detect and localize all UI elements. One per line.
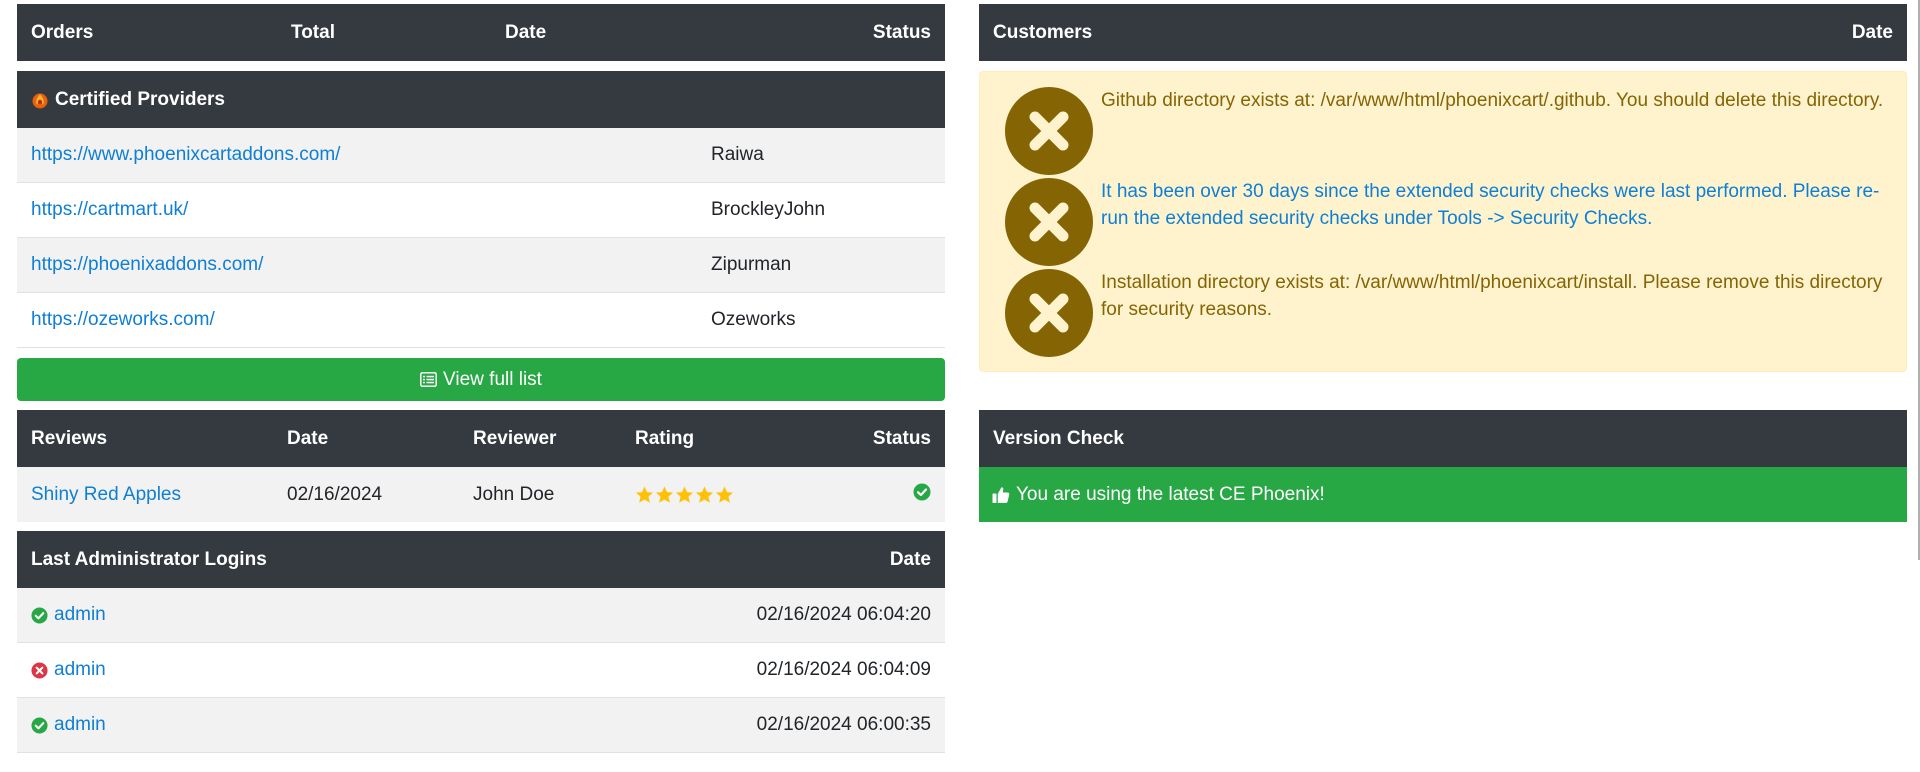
reviews-header: Reviews: [31, 427, 108, 449]
customers-date-header: Date: [1851, 21, 1893, 43]
customers-header: Customers: [993, 21, 1093, 43]
star-icon: [675, 485, 694, 503]
alert-text: Installation directory exists at: /var/w…: [1101, 272, 1883, 320]
provider-url-link[interactable]: https://cartmart.uk/: [31, 199, 188, 221]
x-circle-icon: [1005, 178, 1093, 266]
version-check-header: Version Check: [979, 410, 1907, 467]
version-check-status: You are using the latest CE Phoenix!: [979, 467, 1907, 522]
customers-table-header: Customers Date: [979, 4, 1907, 61]
x-circle-icon: [1005, 269, 1093, 357]
provider-url-link[interactable]: https://www.phoenixcartaddons.com/: [31, 144, 340, 166]
check-circle-icon: [31, 606, 48, 624]
list-icon: [420, 372, 437, 387]
review-product-link[interactable]: Shiny Red Apples: [31, 484, 181, 506]
admin-logins-header: Last Administrator Logins Date: [17, 531, 945, 588]
right-column: Customers Date Github directory exists a…: [979, 4, 1907, 522]
login-user-link[interactable]: admin: [54, 604, 106, 626]
providers-list: https://www.phoenixcartaddons.com/Raiwa h…: [17, 128, 945, 348]
provider-row: https://cartmart.uk/BrockleyJohn: [17, 183, 945, 238]
review-date: 02/16/2024: [287, 483, 383, 505]
orders-header: Orders: [31, 21, 94, 43]
orders-table-header: Orders Total Date Status: [17, 4, 945, 61]
check-circle-icon: [31, 716, 48, 734]
total-header: Total: [291, 21, 335, 43]
reviews-date-header: Date: [287, 427, 329, 449]
reviews-status-header: Status: [872, 427, 931, 449]
provider-row: https://phoenixaddons.com/Zipurman: [17, 238, 945, 293]
star-icon: [655, 485, 674, 503]
provider-row: https://www.phoenixcartaddons.com/Raiwa: [17, 128, 945, 183]
login-date: 02/16/2024 06:04:09: [756, 659, 931, 680]
version-check-message: You are using the latest CE Phoenix!: [1016, 483, 1325, 505]
date-header: Date: [505, 21, 547, 43]
login-user-link[interactable]: admin: [54, 714, 106, 736]
x-circle-icon: [1005, 87, 1093, 175]
view-full-list-label: View full list: [443, 368, 542, 390]
provider-name: Ozeworks: [711, 309, 796, 330]
provider-name: Zipurman: [711, 254, 792, 275]
left-column: Orders Total Date Status Certified Provi…: [17, 4, 945, 753]
login-row: admin 02/16/2024 06:00:35: [17, 698, 945, 753]
star-icon: [715, 485, 734, 503]
reviews-table-header: Reviews Date Reviewer Rating Status: [17, 410, 945, 467]
login-user-link[interactable]: admin: [54, 659, 106, 681]
x-circle-icon: [31, 661, 48, 679]
provider-name: BrockleyJohn: [711, 199, 826, 220]
provider-row: https://ozeworks.com/Ozeworks: [17, 293, 945, 348]
certified-providers-header: Certified Providers: [17, 71, 945, 128]
security-alerts: Github directory exists at: /var/www/htm…: [979, 71, 1907, 372]
rating-header: Rating: [635, 427, 695, 449]
admin-logins-list: admin 02/16/2024 06:04:20 admin 02/16/2024 …: [17, 588, 945, 753]
version-check-title: Version Check: [993, 427, 1124, 449]
review-status-icon[interactable]: [913, 483, 931, 507]
certified-providers-title: Certified Providers: [55, 88, 225, 110]
provider-url-link[interactable]: https://ozeworks.com/: [31, 309, 215, 331]
rating-stars: [635, 485, 734, 504]
alert-link-text[interactable]: It has been over 30 days since the exten…: [1101, 178, 1888, 232]
view-full-list-button[interactable]: View full list: [17, 358, 945, 401]
provider-url-link[interactable]: https://phoenixaddons.com/: [31, 254, 263, 276]
login-date: 02/16/2024 06:04:20: [756, 604, 931, 625]
login-row: admin 02/16/2024 06:04:20: [17, 588, 945, 643]
review-reviewer: John Doe: [473, 483, 555, 505]
admin-logins-title: Last Administrator Logins: [31, 548, 267, 570]
status-header: Status: [872, 21, 931, 43]
phoenix-logo-icon: [32, 93, 48, 108]
table-row: Shiny Red Apples 02/16/2024 John Doe: [17, 467, 945, 522]
login-date: 02/16/2024 06:00:35: [756, 714, 931, 735]
star-icon: [695, 485, 714, 503]
thumbs-up-icon: [992, 486, 1010, 503]
login-row: admin 02/16/2024 06:04:09: [17, 643, 945, 698]
alert-text: Github directory exists at: /var/www/htm…: [1101, 90, 1884, 111]
provider-name: Raiwa: [711, 144, 764, 165]
admin-logins-date-header: Date: [889, 548, 931, 570]
star-icon: [635, 485, 654, 503]
check-circle-icon: [913, 483, 931, 500]
reviewer-header: Reviewer: [473, 427, 557, 449]
